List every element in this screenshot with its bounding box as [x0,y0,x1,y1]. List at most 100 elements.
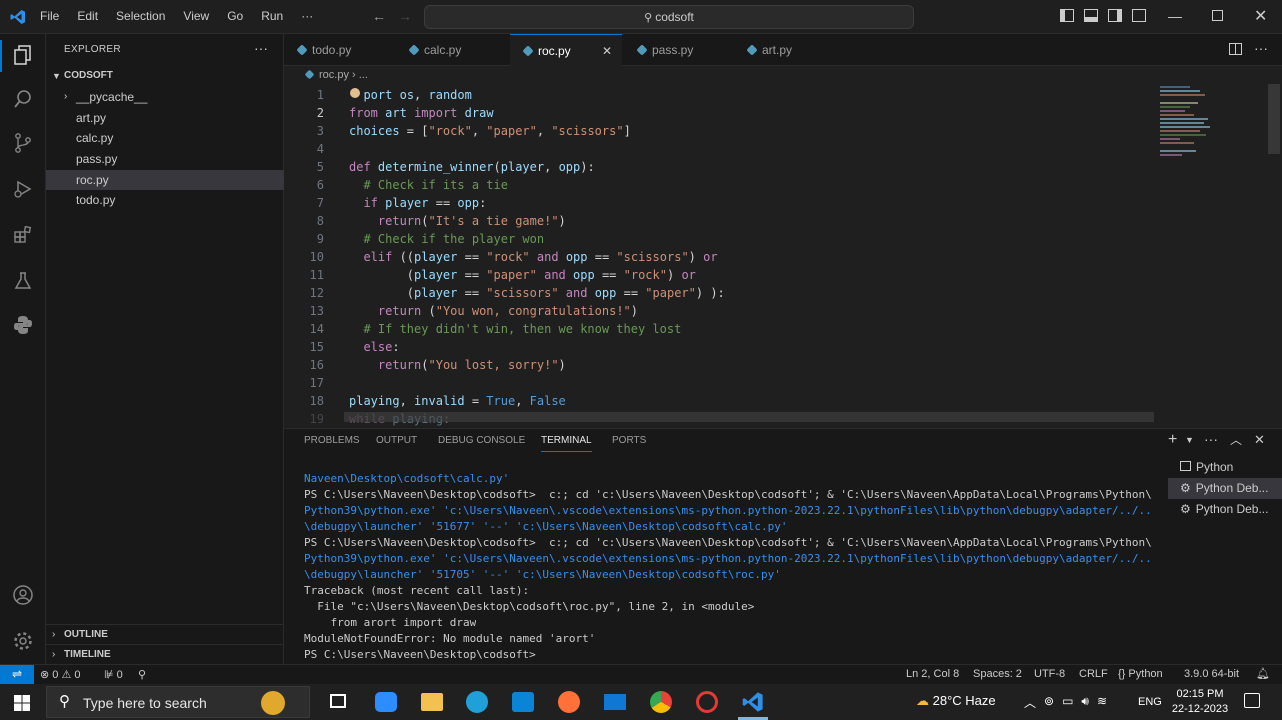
menu-run[interactable]: Run [261,9,283,23]
terminal-item-python[interactable]: Python [1168,457,1282,478]
split-editor-icon[interactable] [1229,43,1242,55]
windows-start-icon[interactable] [14,695,30,711]
network-icon[interactable]: ⊚ [1044,694,1054,711]
chevron-down-icon[interactable]: ▼ [1185,435,1194,445]
breadcrumb-rest[interactable]: › ... [352,69,368,81]
maximize-panel-icon[interactable]: ︿ [1230,431,1242,448]
toggle-sidebar-icon[interactable] [1060,9,1074,22]
tab-roc[interactable]: roc.py ✕ [510,34,622,66]
code-line[interactable]: 16 return("You lost, sorry!") [284,356,1144,374]
menu-view[interactable]: View [183,9,209,23]
code-line[interactable]: 8 return("It's a tie game!") [284,212,1144,230]
code-line[interactable]: 12 (player == "scissors" and opp == "pap… [284,284,1144,302]
encoding[interactable]: UTF-8 [1034,668,1065,680]
timeline-section[interactable]: › TIMELINE [46,644,284,664]
zoom-app-icon[interactable] [375,692,397,712]
ports-indicator[interactable]: ⊯ 0 [104,668,123,681]
code-line[interactable]: 7 if player == opp: [284,194,1144,212]
menu-more[interactable]: ··· [301,9,313,23]
volume-icon[interactable]: 🔊︎ [1081,694,1089,711]
new-terminal-icon[interactable]: + [1168,431,1177,449]
code-editor[interactable]: roc.py › ... 1 port os, random 2 from art … [284,66,1282,426]
close-window-button[interactable]: ✕ [1254,6,1267,26]
horizontal-scrollbar[interactable] [344,412,1154,422]
extensions-icon[interactable] [11,224,35,248]
code-line[interactable]: 11 (player == "paper" and opp == "rock")… [284,266,1144,284]
indentation[interactable]: Spaces: 2 [973,668,1022,680]
close-tab-icon[interactable]: ✕ [602,35,612,67]
notifications-bell-icon[interactable]: 🔔︎ [1256,667,1270,680]
folder-codsoft[interactable]: ▼ CODSOFT [46,66,284,86]
menu-file[interactable]: File [40,9,59,23]
edge-browser-icon[interactable] [466,691,488,713]
weather-widget[interactable]: ☁ 28°C Haze [916,693,996,709]
outline-section[interactable]: › OUTLINE [46,624,284,644]
code-line[interactable]: 2 from art import draw [284,104,1144,122]
editor-scrollbar[interactable] [1268,84,1280,154]
vscode-taskbar-icon[interactable] [742,691,764,713]
tree-item-pycache[interactable]: › __pycache__ [46,87,284,107]
panel-more-icon[interactable]: ··· [1204,431,1218,447]
toggle-secondary-sidebar-icon[interactable] [1108,9,1122,22]
tree-item-calc[interactable]: calc.py [46,128,284,148]
mail-icon[interactable] [604,694,626,710]
settings-gear-icon[interactable] [11,630,35,654]
minimap[interactable] [1160,84,1220,194]
tree-item-pass[interactable]: pass.py [46,149,284,169]
terminal-item-debug-2[interactable]: ⚙ Python Deb... [1168,499,1282,520]
tree-item-roc[interactable]: roc.py [46,170,284,190]
code-line[interactable]: 13 return ("You won, congratulations!") [284,302,1144,320]
code-line[interactable]: 3 choices = ["rock", "paper", "scissors"] [284,122,1144,140]
terminal-item-debug-1[interactable]: ⚙ Python Deb... [1168,478,1282,499]
problems-indicator[interactable]: ⊗ 0 ⚠ 0 [40,668,81,681]
battery-icon[interactable]: ▭ [1062,694,1073,711]
breadcrumb-file[interactable]: roc.py [319,69,349,81]
forward-arrow-icon[interactable]: → [398,8,412,24]
chrome-icon[interactable] [650,691,672,713]
code-line[interactable]: 17 [284,374,1144,392]
explorer-more-icon[interactable]: ··· [254,40,268,56]
cursor-position[interactable]: Ln 2, Col 8 [906,668,959,680]
code-line[interactable]: 15 else: [284,338,1144,356]
code-line[interactable]: 10 elif ((player == "rock" and opp == "s… [284,248,1144,266]
chevron-up-icon[interactable]: ︿ [1024,694,1036,711]
panel-tab-ports[interactable]: PORTS [612,435,646,446]
toggle-panel-icon[interactable] [1084,9,1098,22]
debug-launch-icon[interactable]: ⚲ [138,668,146,681]
code-line[interactable]: 1 port os, random [284,86,1144,104]
menu-go[interactable]: Go [227,9,243,23]
command-center-search[interactable]: ⚲ codsoft [424,5,914,29]
store-icon[interactable] [512,692,534,712]
minimize-button[interactable]: — [1168,8,1182,24]
editor-more-icon[interactable]: ··· [1254,40,1268,56]
menu-edit[interactable]: Edit [77,9,98,23]
maximize-button[interactable] [1212,10,1223,21]
remote-button[interactable]: ⇌ [0,665,34,684]
code-line[interactable]: 4 [284,140,1144,158]
wifi-icon[interactable]: ≋ [1097,694,1107,711]
run-debug-icon[interactable] [11,178,35,202]
python-icon[interactable] [11,314,35,338]
python-interpreter[interactable]: 3.9.0 64-bit [1184,668,1239,680]
code-line[interactable]: 18 playing, invalid = True, False [284,392,1144,410]
firefox-icon[interactable] [558,691,580,713]
tab-art[interactable]: art.py [734,34,842,66]
back-arrow-icon[interactable]: ← [372,8,386,24]
tab-calc[interactable]: calc.py [396,34,508,66]
lightbulb-icon[interactable] [350,88,360,98]
file-explorer-icon[interactable] [421,693,443,711]
accounts-icon[interactable] [11,584,35,608]
clock[interactable]: 02:15 PM 22-12-2023 [1170,687,1230,717]
panel-tab-problems[interactable]: PROBLEMS [304,435,360,446]
menu-selection[interactable]: Selection [116,9,165,23]
panel-tab-debug-console[interactable]: DEBUG CONSOLE [438,435,525,446]
recorder-icon[interactable] [696,691,718,713]
explorer-icon[interactable] [11,44,35,68]
tree-item-art[interactable]: art.py [46,108,284,128]
language-mode[interactable]: {} Python [1118,668,1163,680]
code-line[interactable]: 9 # Check if the player won [284,230,1144,248]
panel-tab-terminal[interactable]: TERMINAL [541,435,592,452]
search-view-icon[interactable] [11,88,35,112]
testing-flask-icon[interactable] [11,270,35,294]
task-view-icon[interactable] [330,694,346,708]
